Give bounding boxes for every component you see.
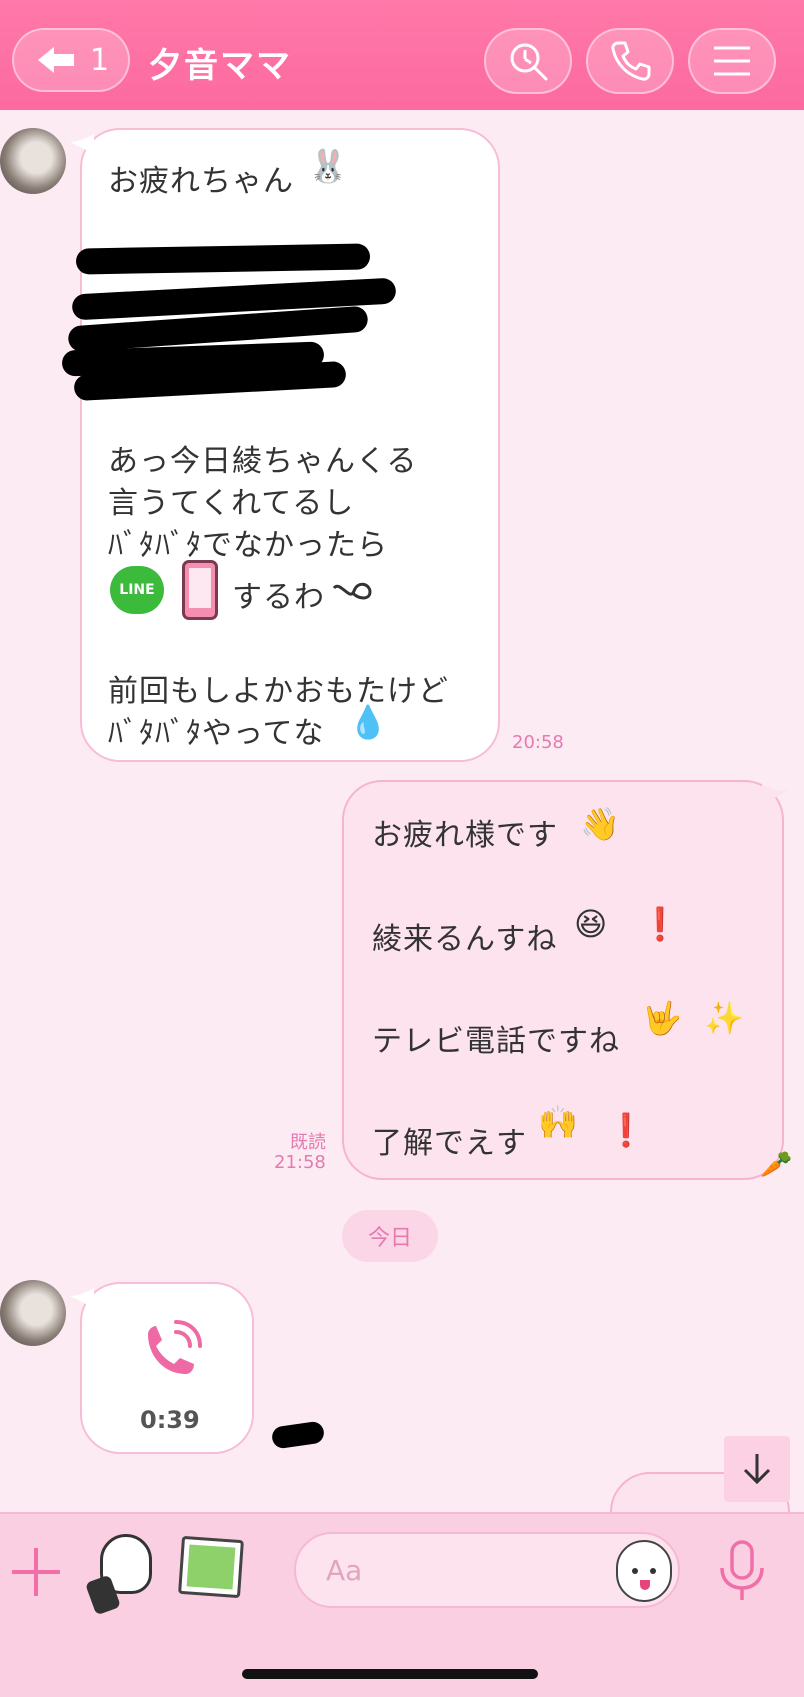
search-button[interactable] [484, 28, 572, 94]
call-button[interactable] [586, 28, 674, 94]
rabbit-emoji-icon: 🐰 [308, 147, 348, 185]
message-input[interactable]: Aa [294, 1532, 680, 1608]
avatar[interactable] [0, 1280, 66, 1346]
message-line: 言うてくれてるし [108, 486, 355, 521]
menu-button[interactable] [688, 28, 776, 94]
photo-icon [186, 1544, 236, 1590]
message-line: お疲れちゃん [108, 164, 294, 199]
message-line: 了解でえす [372, 1126, 527, 1161]
emoji-button[interactable] [616, 1540, 672, 1602]
exclamation-icon: ❗ [640, 905, 680, 943]
raised-hands-icon: 🙌 [538, 1103, 578, 1141]
unread-count: 1 [90, 42, 110, 78]
message-line: テレビ電話ですね [372, 1024, 620, 1059]
bubble-tail [70, 134, 94, 154]
back-arrow-icon [38, 47, 74, 73]
read-status: 既読 [290, 1132, 326, 1153]
laughing-face-icon: 😆 [574, 905, 608, 943]
message-line: するわ [232, 580, 325, 615]
phone-icon [611, 41, 651, 81]
wave-emoji-icon: 👋 [580, 805, 620, 843]
plus-icon[interactable] [10, 1546, 62, 1598]
message-line: ﾊﾞﾀﾊﾞﾀでなかったら [108, 528, 388, 563]
line-app-icon: LINE [110, 566, 164, 614]
message-line: あっ今日綾ちゃんくる [108, 444, 418, 479]
message-line: お疲れ様です [372, 818, 558, 853]
message-time: 21:58 [274, 1152, 326, 1173]
sticker-button[interactable] [84, 1534, 160, 1616]
rock-hand-icon: 🤟 [642, 999, 682, 1037]
message-line: 綾来るんすね [372, 922, 558, 957]
arrow-down-icon [743, 1454, 771, 1485]
microphone-icon[interactable] [718, 1540, 766, 1602]
droplet-emoji-icon: 💧 [348, 703, 388, 741]
carrot-icon: 🥕 [760, 1150, 793, 1180]
search-icon [510, 43, 548, 81]
home-indicator [242, 1669, 538, 1679]
sparkles-icon: ✨ [704, 999, 744, 1037]
back-button[interactable]: 1 [12, 28, 130, 92]
redaction-mark [270, 1420, 326, 1450]
phone-call-icon [148, 1320, 202, 1374]
loop-icon [332, 582, 372, 600]
chat-header: 1 夕音ママ [0, 0, 804, 110]
call-duration: 0:39 [140, 1406, 200, 1434]
smartphone-icon [182, 560, 218, 620]
message-time: 20:58 [512, 732, 564, 753]
scroll-to-bottom-button[interactable] [724, 1436, 790, 1502]
avatar[interactable] [0, 128, 66, 194]
exclamation-icon: ❗ [606, 1111, 646, 1149]
message-input-bar: Aa [0, 1512, 804, 1697]
redaction-mark [75, 243, 371, 275]
image-button[interactable] [178, 1535, 244, 1599]
menu-icon [714, 46, 750, 76]
message-line: 前回もしよかおもたけど [108, 674, 449, 709]
input-placeholder: Aa [326, 1554, 363, 1587]
date-separator: 今日 [342, 1210, 438, 1262]
message-line: ﾊﾞﾀﾊﾞﾀやってな [108, 716, 325, 751]
bubble-tail [70, 1288, 94, 1308]
chat-title: 夕音ママ [148, 46, 292, 86]
bubble-tail [762, 784, 788, 804]
